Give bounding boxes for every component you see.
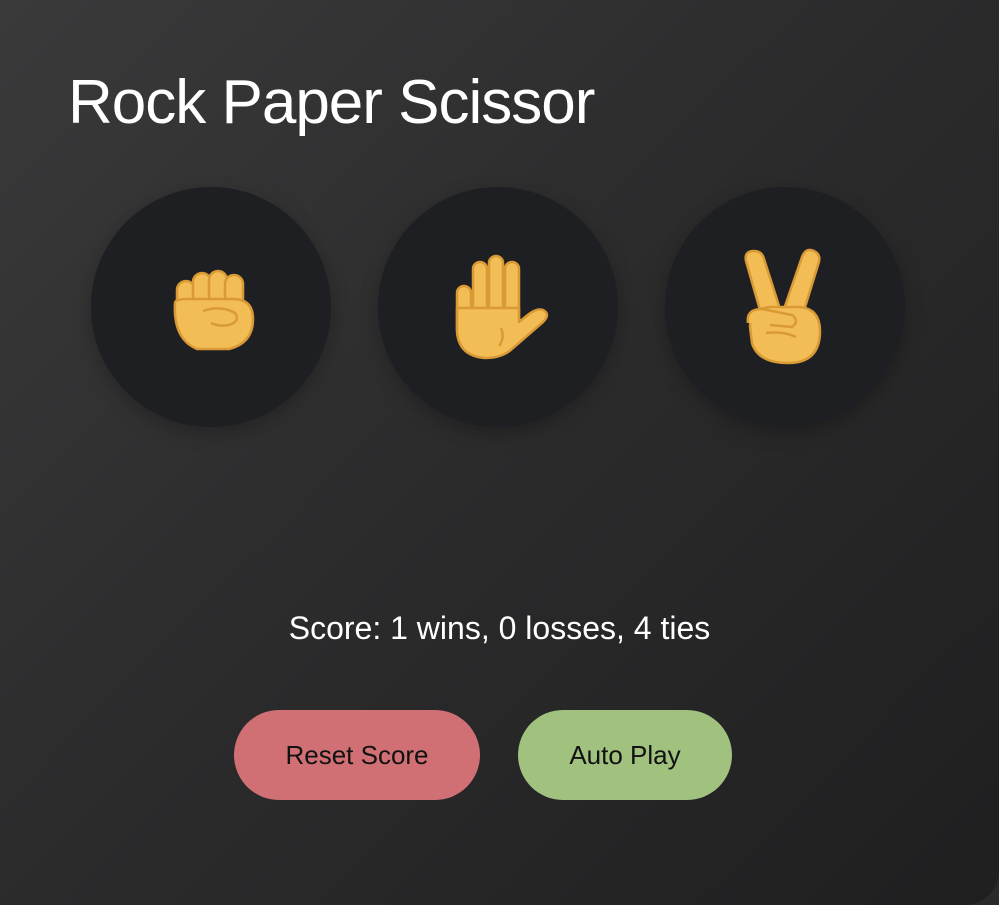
reset-score-button[interactable]: Reset Score <box>234 710 480 800</box>
auto-play-button[interactable]: Auto Play <box>518 710 732 800</box>
paper-button[interactable] <box>378 187 618 427</box>
move-buttons <box>91 187 905 427</box>
raised-hand-icon <box>443 252 553 362</box>
page-title: Rock Paper Scissor <box>68 68 595 137</box>
scissors-button[interactable] <box>665 187 905 427</box>
raised-fist-icon <box>163 259 259 355</box>
game-card: Rock Paper Scissor Score: 1 wins, 0 loss… <box>0 0 999 905</box>
score-text: Score: 1 wins, 0 losses, 4 ties <box>288 610 711 646</box>
victory-hand-icon <box>740 247 830 367</box>
rock-button[interactable] <box>91 187 331 427</box>
